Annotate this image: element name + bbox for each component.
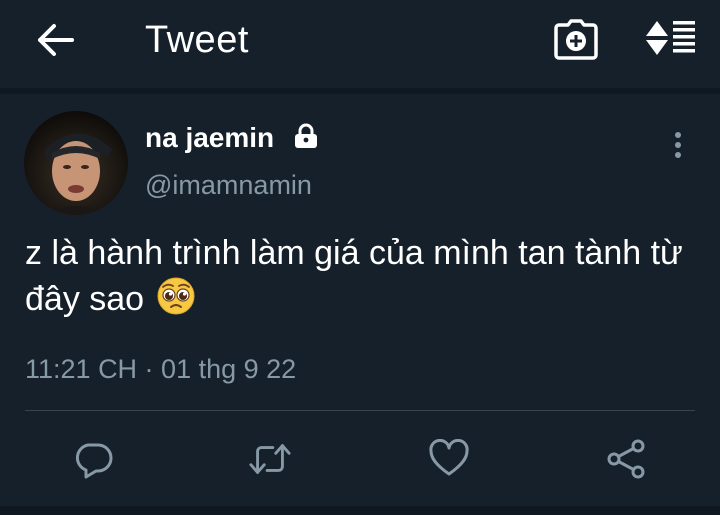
like-icon xyxy=(429,439,469,476)
reply-icon xyxy=(75,443,113,479)
retweet-icon xyxy=(249,444,291,474)
bottom-divider xyxy=(0,506,720,515)
author-display-name[interactable]: na jaemin xyxy=(145,118,274,158)
like-button[interactable] xyxy=(427,434,471,484)
tweet-action-bar xyxy=(0,434,720,484)
page-title: Tweet xyxy=(145,19,249,61)
tweet-text-content: z là hành trình làm giá của mình tan tàn… xyxy=(25,234,683,318)
retweet-button[interactable] xyxy=(248,434,292,484)
tweet-detail-screen: Tweet na jaemin @imamnamin z là hành trì… xyxy=(0,0,720,515)
avatar-photo xyxy=(24,111,128,215)
camera-add-icon xyxy=(554,19,598,60)
avatar[interactable] xyxy=(24,111,128,215)
action-divider xyxy=(25,410,695,411)
more-options-button[interactable] xyxy=(664,128,692,164)
pleading-face-emoji xyxy=(156,276,196,316)
top-app-bar: Tweet xyxy=(0,0,720,88)
share-button[interactable] xyxy=(604,434,648,484)
more-vertical-icon xyxy=(675,132,681,158)
sort-button[interactable] xyxy=(643,17,699,59)
add-photo-button[interactable] xyxy=(553,17,599,61)
share-icon xyxy=(607,439,645,479)
header-divider xyxy=(0,88,720,94)
reply-button[interactable] xyxy=(72,434,116,484)
lock-icon xyxy=(292,123,320,149)
author-handle[interactable]: @imamnamin xyxy=(145,165,312,205)
arrow-left-icon xyxy=(38,24,74,56)
tweet-text: z là hành trình làm giá của mình tan tàn… xyxy=(25,230,695,322)
tweet-timestamp[interactable]: 11:21 CH · 01 thg 9 22 xyxy=(25,349,296,389)
back-button[interactable] xyxy=(34,20,78,60)
sort-list-icon xyxy=(646,21,695,55)
